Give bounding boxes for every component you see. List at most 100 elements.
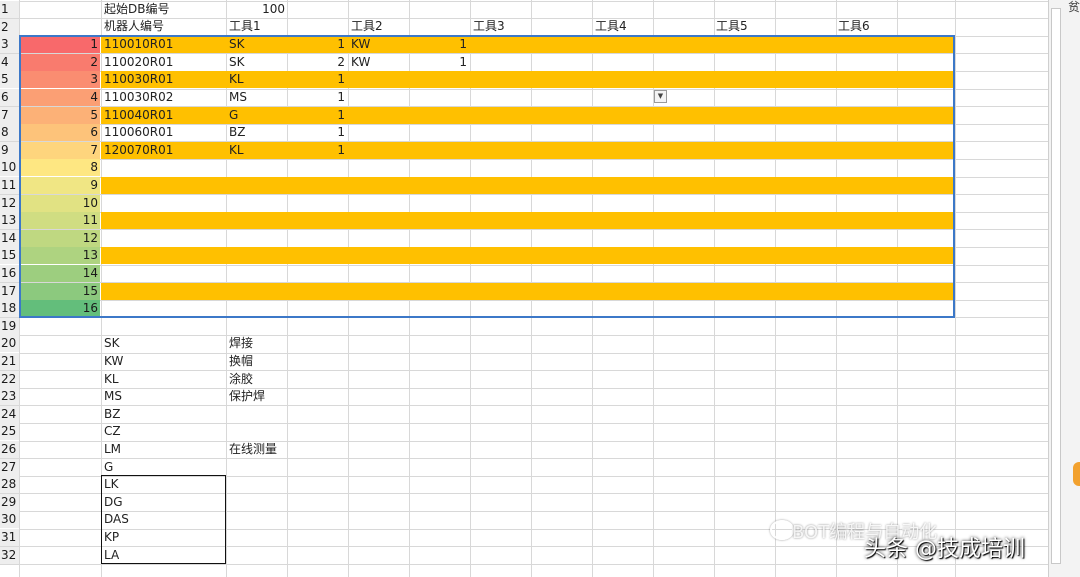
- tool-header-6[interactable]: 工具6: [838, 18, 870, 35]
- row-header[interactable]: 9: [0, 141, 19, 159]
- index-cell[interactable]: 15: [19, 282, 100, 300]
- legend-code-cell[interactable]: DAS: [104, 511, 129, 528]
- index-cell[interactable]: 7: [19, 141, 100, 159]
- index-cell[interactable]: 8: [19, 159, 100, 177]
- tool2-code-cell[interactable]: KW: [351, 36, 370, 53]
- row-header[interactable]: 27: [0, 458, 19, 476]
- row-header[interactable]: 17: [0, 282, 19, 300]
- robot-id-cell[interactable]: 110020R01: [104, 54, 173, 71]
- index-cell[interactable]: 6: [19, 124, 100, 142]
- row-header[interactable]: 24: [0, 405, 19, 423]
- row-header[interactable]: 20: [0, 335, 19, 353]
- row-header[interactable]: 11: [0, 177, 19, 194]
- legend-desc-cell[interactable]: 保护焊: [229, 388, 265, 405]
- legend-code-cell[interactable]: KL: [104, 371, 119, 388]
- legend-code-cell[interactable]: LM: [104, 441, 121, 458]
- row-header[interactable]: 6: [0, 89, 19, 106]
- row-header[interactable]: 22: [0, 370, 19, 388]
- robot-id-cell[interactable]: 110060R01: [104, 124, 173, 141]
- legend-desc-cell[interactable]: 换帽: [229, 353, 253, 370]
- tool2-count-cell[interactable]: 1: [409, 36, 467, 53]
- legend-code-cell[interactable]: G: [104, 459, 113, 476]
- row-header[interactable]: 23: [0, 388, 19, 406]
- tool1-code-cell[interactable]: BZ: [229, 124, 245, 141]
- tool1-count-cell[interactable]: 1: [287, 89, 345, 106]
- row-header[interactable]: 2: [0, 18, 19, 36]
- index-cell[interactable]: 10: [19, 194, 100, 212]
- start-db-label[interactable]: 起始DB编号: [104, 1, 169, 18]
- index-cell[interactable]: 9: [19, 177, 100, 194]
- tool1-count-cell[interactable]: 1: [287, 124, 345, 141]
- row-header[interactable]: 21: [0, 353, 19, 370]
- tool1-code-cell[interactable]: SK: [229, 36, 245, 53]
- tool-header-4[interactable]: 工具4: [595, 18, 627, 35]
- legend-code-cell[interactable]: SK: [104, 335, 120, 352]
- row-header[interactable]: 10: [0, 159, 19, 177]
- robot-id-cell[interactable]: 110040R01: [104, 107, 173, 124]
- robot-id-cell[interactable]: 110010R01: [104, 36, 173, 53]
- cell-dropdown-button[interactable]: ▼: [654, 90, 667, 103]
- tool1-count-cell[interactable]: 1: [287, 142, 345, 159]
- index-cell[interactable]: 16: [19, 300, 100, 318]
- legend-code-cell[interactable]: KW: [104, 353, 123, 370]
- robot-id-header[interactable]: 机器人编号: [104, 18, 164, 35]
- tool-header-1[interactable]: 工具1: [229, 18, 261, 35]
- legend-code-cell[interactable]: LA: [104, 547, 119, 564]
- legend-desc-cell[interactable]: 焊接: [229, 335, 253, 352]
- robot-id-cell[interactable]: 120070R01: [104, 142, 173, 159]
- tool1-count-cell[interactable]: 2: [287, 54, 345, 71]
- row-header[interactable]: 16: [0, 265, 19, 282]
- row-header[interactable]: 18: [0, 300, 19, 318]
- floating-widget-tab[interactable]: [1073, 462, 1080, 486]
- row-header[interactable]: 7: [0, 106, 19, 124]
- tool1-code-cell[interactable]: KL: [229, 142, 244, 159]
- row-header[interactable]: 8: [0, 124, 19, 142]
- row-header[interactable]: 28: [0, 476, 19, 494]
- tool-header-3[interactable]: 工具3: [473, 18, 505, 35]
- index-cell[interactable]: 1: [19, 36, 100, 54]
- scrollbar-thumb[interactable]: [1051, 8, 1061, 564]
- row-header[interactable]: 25: [0, 423, 19, 441]
- row-header[interactable]: 13: [0, 212, 19, 230]
- robot-id-cell[interactable]: 110030R02: [104, 89, 173, 106]
- robot-id-cell[interactable]: 110030R01: [104, 71, 173, 88]
- row-header[interactable]: 12: [0, 194, 19, 212]
- row-header[interactable]: 4: [0, 53, 19, 71]
- legend-code-cell[interactable]: MS: [104, 388, 122, 405]
- row-header[interactable]: 30: [0, 511, 19, 529]
- row-header[interactable]: 19: [0, 317, 19, 335]
- index-cell[interactable]: 5: [19, 106, 100, 124]
- index-cell[interactable]: 4: [19, 89, 100, 106]
- index-cell[interactable]: 11: [19, 212, 100, 230]
- legend-desc-cell[interactable]: 涂胶: [229, 371, 253, 388]
- row-header[interactable]: 31: [0, 529, 19, 546]
- row-header[interactable]: 5: [0, 71, 19, 89]
- legend-code-cell[interactable]: BZ: [104, 406, 120, 423]
- legend-code-cell[interactable]: DG: [104, 494, 123, 511]
- tool1-count-cell[interactable]: 1: [287, 107, 345, 124]
- index-cell[interactable]: 2: [19, 53, 100, 71]
- index-cell[interactable]: 13: [19, 247, 100, 265]
- tool1-count-cell[interactable]: 1: [287, 71, 345, 88]
- tool1-code-cell[interactable]: KL: [229, 71, 244, 88]
- tool2-code-cell[interactable]: KW: [351, 54, 370, 71]
- tool1-count-cell[interactable]: 1: [287, 36, 345, 53]
- legend-code-cell[interactable]: CZ: [104, 423, 121, 440]
- legend-desc-cell[interactable]: 在线测量: [229, 441, 277, 458]
- tool-header-2[interactable]: 工具2: [351, 18, 383, 35]
- tool1-code-cell[interactable]: G: [229, 107, 238, 124]
- row-header[interactable]: 26: [0, 441, 19, 458]
- row-header[interactable]: 32: [0, 546, 19, 564]
- row-header[interactable]: 3: [0, 36, 19, 54]
- row-header[interactable]: 14: [0, 229, 19, 247]
- index-cell[interactable]: 14: [19, 265, 100, 282]
- start-db-value[interactable]: 100: [228, 1, 285, 18]
- index-cell[interactable]: 12: [19, 229, 100, 247]
- spreadsheet-grid[interactable]: 1 2 3 4 5 6 7 8 9 10 11 12 13 14 15 16 17 18 19 20 21 22 23 24 2…: [0, 0, 1048, 577]
- row-header[interactable]: 29: [0, 493, 19, 511]
- tool1-code-cell[interactable]: MS: [229, 89, 247, 106]
- tool-header-5[interactable]: 工具5: [716, 18, 748, 35]
- legend-code-cell[interactable]: LK: [104, 476, 119, 493]
- tool2-count-cell[interactable]: 1: [409, 54, 467, 71]
- tool1-code-cell[interactable]: SK: [229, 54, 245, 71]
